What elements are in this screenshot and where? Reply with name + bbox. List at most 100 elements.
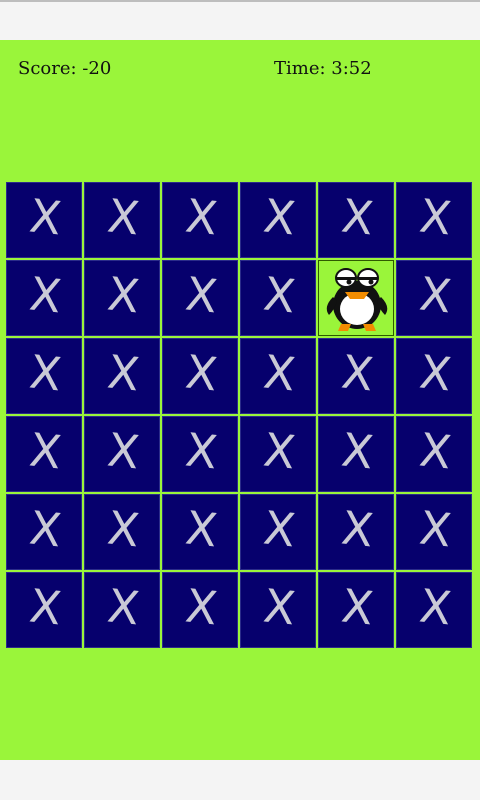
x-mark-icon: X (183, 189, 220, 246)
svg-text:X: X (339, 423, 376, 480)
svg-text:X: X (183, 189, 220, 246)
card-tile[interactable]: X (162, 260, 238, 336)
card-tile[interactable]: X (396, 260, 472, 336)
status-bar (0, 0, 480, 40)
card-tile[interactable]: X (6, 572, 82, 648)
card-tile[interactable]: X (162, 494, 238, 570)
card-tile-revealed[interactable] (318, 260, 394, 336)
x-mark-icon: X (261, 423, 298, 480)
card-tile[interactable]: X (396, 338, 472, 414)
x-mark-icon: X (261, 501, 298, 558)
svg-text:X: X (183, 501, 220, 558)
card-tile[interactable]: X (240, 260, 316, 336)
card-tile[interactable]: X (396, 182, 472, 258)
game-area: Score: -20 Time: 3:52 X X X X X X X X X … (0, 40, 480, 760)
svg-text:X: X (417, 189, 454, 246)
x-mark-icon: X (417, 189, 454, 246)
x-mark-icon: X (27, 189, 64, 246)
card-tile[interactable]: X (6, 260, 82, 336)
svg-text:X: X (339, 579, 376, 636)
card-tile[interactable]: X (84, 494, 160, 570)
x-mark-icon: X (183, 267, 220, 324)
card-tile[interactable]: X (318, 182, 394, 258)
svg-text:X: X (105, 501, 142, 558)
card-tile[interactable]: X (162, 182, 238, 258)
x-mark-icon: X (261, 345, 298, 402)
score-label: Score: -20 (18, 58, 112, 79)
svg-text:X: X (183, 345, 220, 402)
x-mark-icon: X (27, 423, 64, 480)
x-mark-icon: X (339, 345, 376, 402)
svg-text:X: X (105, 189, 142, 246)
x-mark-icon: X (261, 189, 298, 246)
card-tile[interactable]: X (240, 416, 316, 492)
card-tile[interactable]: X (6, 416, 82, 492)
svg-text:X: X (261, 189, 298, 246)
card-tile[interactable]: X (162, 416, 238, 492)
svg-text:X: X (339, 501, 376, 558)
x-mark-icon: X (261, 579, 298, 636)
x-mark-icon: X (27, 345, 64, 402)
svg-text:X: X (417, 579, 454, 636)
svg-text:X: X (339, 189, 376, 246)
penguin-icon (326, 268, 388, 331)
card-tile[interactable]: X (396, 572, 472, 648)
svg-text:X: X (27, 579, 64, 636)
svg-text:X: X (261, 423, 298, 480)
svg-text:X: X (417, 423, 454, 480)
svg-text:X: X (105, 267, 142, 324)
svg-text:X: X (105, 579, 142, 636)
card-tile[interactable]: X (240, 182, 316, 258)
svg-text:X: X (27, 189, 64, 246)
card-tile[interactable]: X (318, 416, 394, 492)
card-tile[interactable]: X (240, 494, 316, 570)
x-mark-icon: X (105, 423, 142, 480)
card-tile[interactable]: X (84, 182, 160, 258)
svg-text:X: X (339, 345, 376, 402)
navigation-bar (0, 760, 480, 800)
x-mark-icon: X (261, 267, 298, 324)
x-mark-icon: X (339, 423, 376, 480)
card-tile[interactable]: X (396, 494, 472, 570)
x-mark-icon: X (27, 267, 64, 324)
svg-text:X: X (417, 267, 454, 324)
card-tile[interactable]: X (240, 572, 316, 648)
svg-text:X: X (105, 423, 142, 480)
card-tile[interactable]: X (318, 572, 394, 648)
x-mark-icon: X (183, 345, 220, 402)
x-mark-icon: X (105, 579, 142, 636)
card-tile[interactable]: X (6, 338, 82, 414)
x-mark-icon: X (183, 423, 220, 480)
svg-text:X: X (261, 267, 298, 324)
x-mark-icon: X (105, 501, 142, 558)
x-mark-icon: X (339, 189, 376, 246)
svg-text:X: X (27, 345, 64, 402)
x-mark-icon: X (105, 267, 142, 324)
x-mark-icon: X (27, 579, 64, 636)
card-tile[interactable]: X (6, 182, 82, 258)
card-tile[interactable]: X (162, 572, 238, 648)
x-mark-icon: X (417, 579, 454, 636)
card-tile[interactable]: X (396, 416, 472, 492)
card-tile[interactable]: X (6, 494, 82, 570)
x-mark-icon: X (339, 579, 376, 636)
x-mark-icon: X (417, 267, 454, 324)
x-mark-icon: X (105, 189, 142, 246)
svg-text:X: X (261, 579, 298, 636)
card-tile[interactable]: X (240, 338, 316, 414)
x-mark-icon: X (339, 501, 376, 558)
memory-board: X X X X X X X X X X X X X X X X X X X X … (6, 182, 474, 650)
x-mark-icon: X (417, 501, 454, 558)
svg-text:X: X (183, 579, 220, 636)
x-mark-icon: X (183, 579, 220, 636)
card-tile[interactable]: X (162, 338, 238, 414)
card-tile[interactable]: X (84, 260, 160, 336)
card-tile[interactable]: X (318, 338, 394, 414)
card-tile[interactable]: X (84, 338, 160, 414)
card-tile[interactable]: X (318, 494, 394, 570)
x-mark-icon: X (417, 423, 454, 480)
card-tile[interactable]: X (84, 572, 160, 648)
svg-text:X: X (261, 501, 298, 558)
card-tile[interactable]: X (84, 416, 160, 492)
svg-text:X: X (27, 267, 64, 324)
